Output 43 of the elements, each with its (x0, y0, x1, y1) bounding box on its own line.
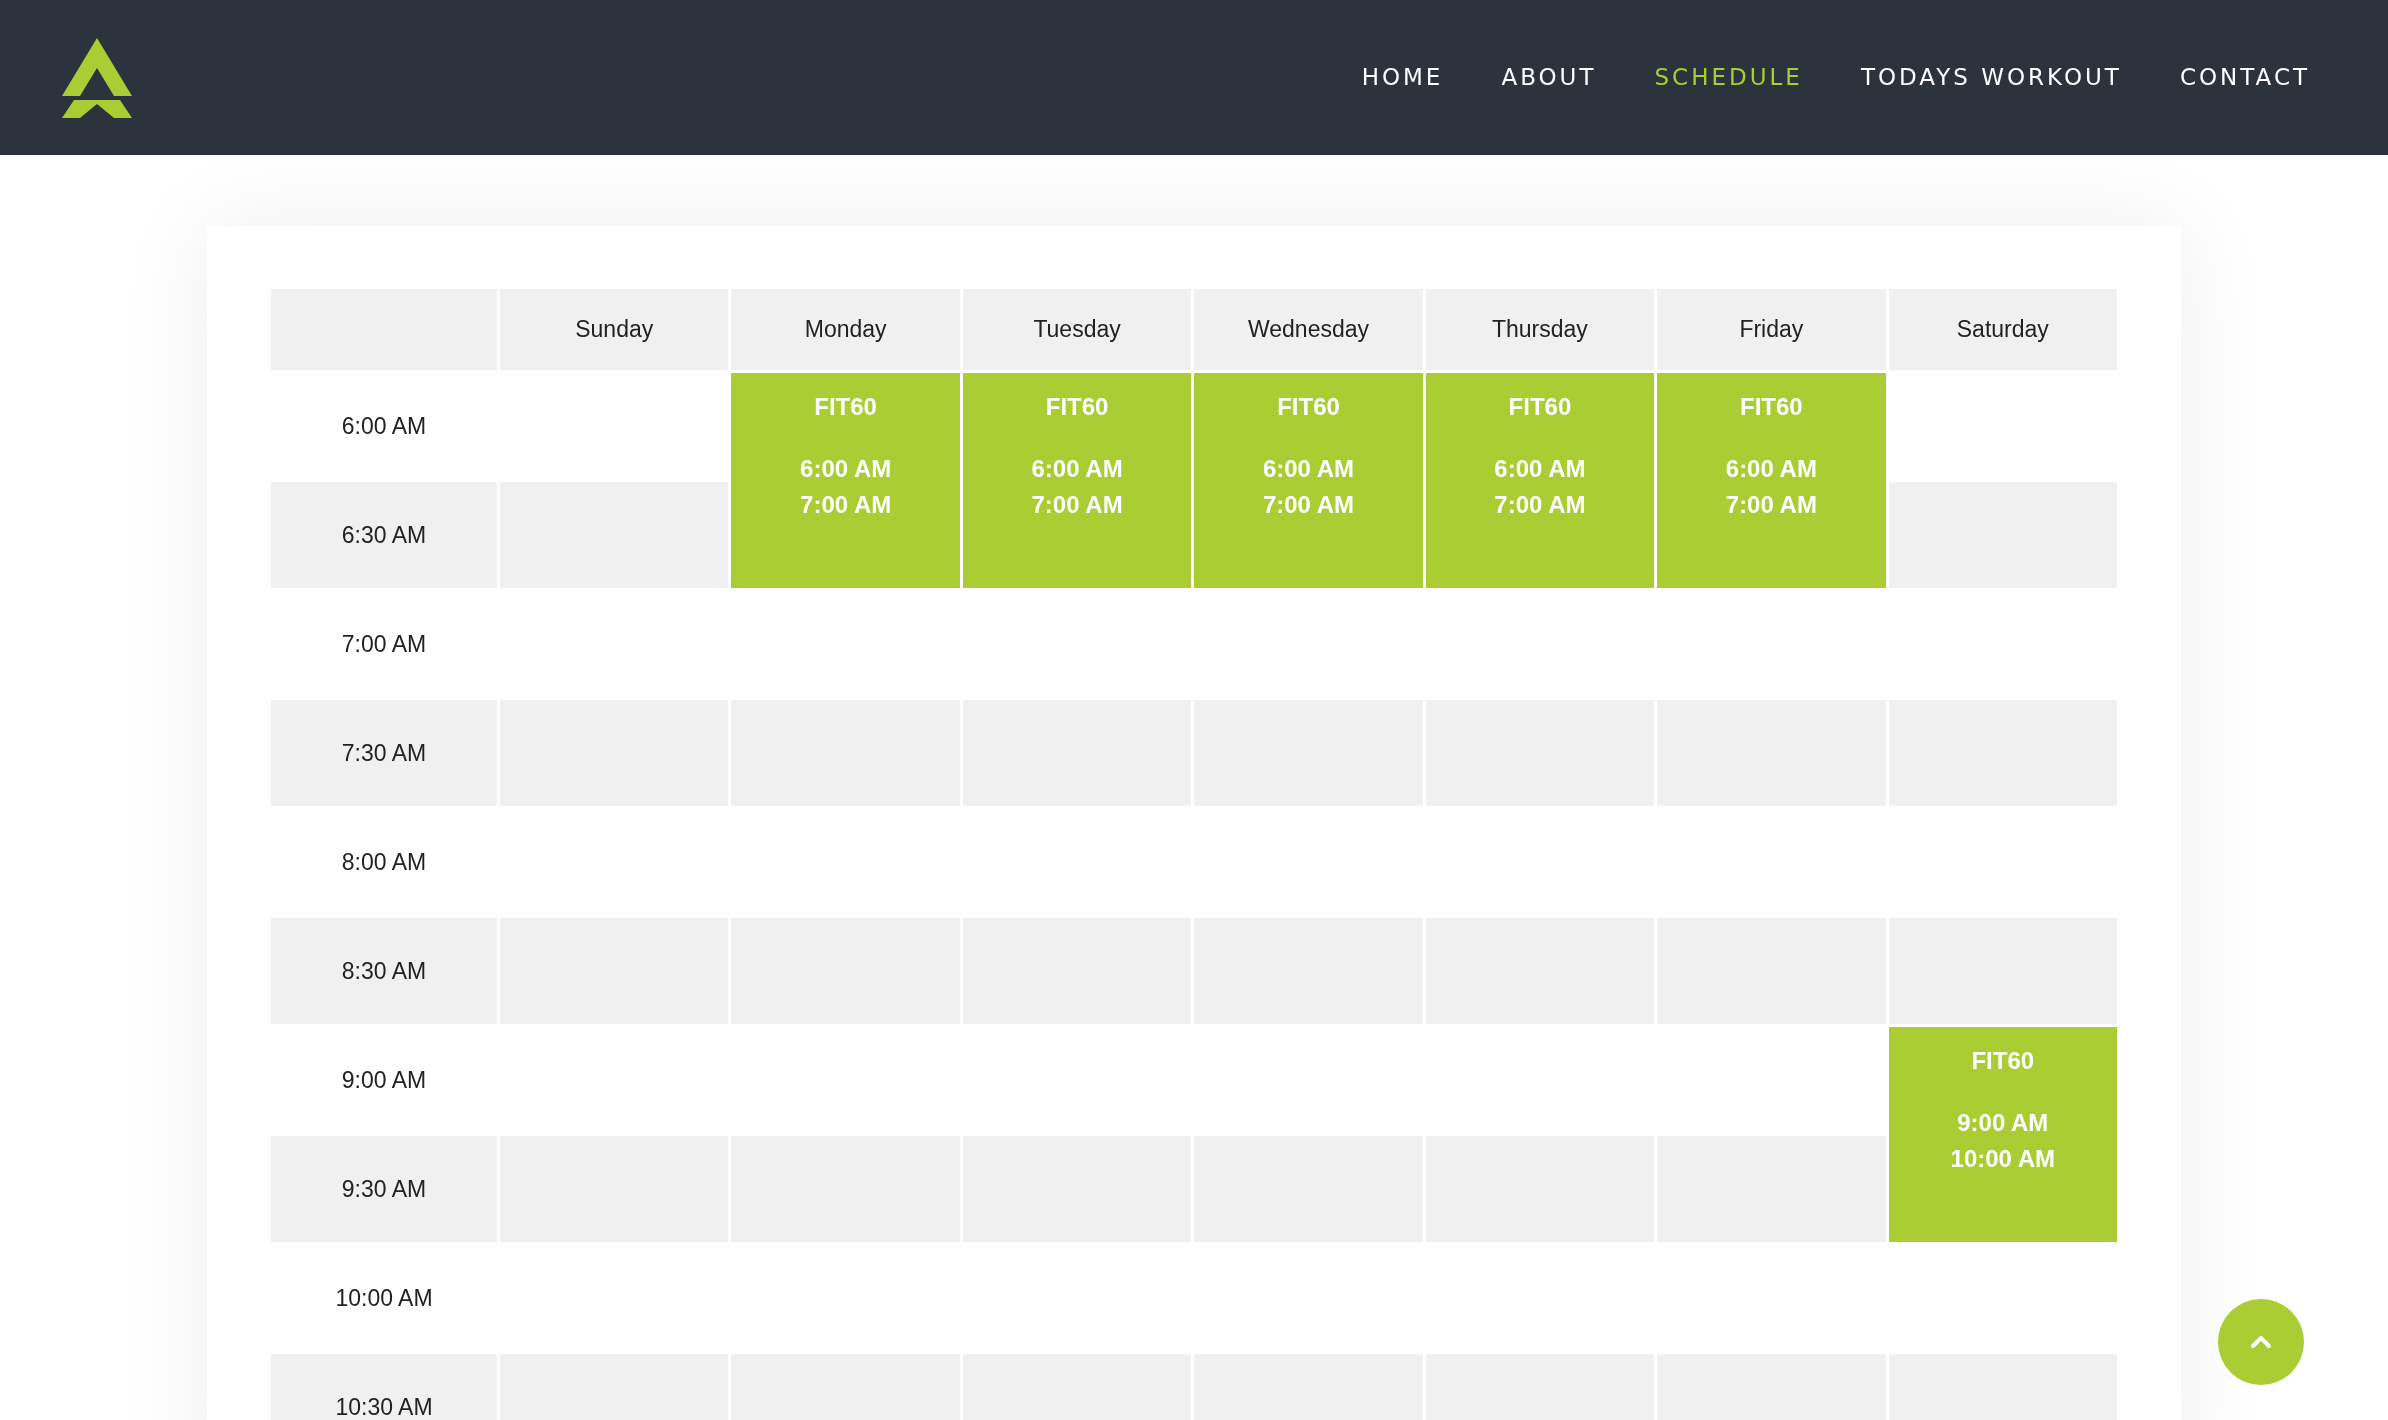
class-title: FIT60 (1508, 392, 1572, 422)
day-header: Sunday (500, 289, 729, 370)
class-start-time: 6:00 AM (1031, 454, 1123, 484)
class-title: FIT60 (1277, 392, 1340, 422)
nav-link[interactable]: HOME (1361, 60, 1444, 95)
time-label: 6:30 AM (271, 482, 497, 588)
class-end-time: 10:00 AM (1950, 1144, 2055, 1174)
class-title: FIT60 (1971, 1046, 2035, 1076)
class-title: FIT60 (1045, 392, 1109, 422)
class-title: FIT60 (1740, 392, 1803, 422)
day-header: Saturday (1888, 289, 2117, 370)
time-label: 8:30 AM (271, 918, 497, 1024)
day-header: Tuesday (962, 289, 1192, 370)
time-label: 10:30 AM (271, 1354, 497, 1420)
logo-icon (62, 37, 132, 118)
class-event[interactable]: FIT60 6:00 AM 7:00 AM (1425, 373, 1655, 588)
day-header: Monday (731, 289, 960, 370)
class-event[interactable]: FIT60 6:00 AM 7:00 AM (1657, 373, 1886, 588)
day-header: Friday (1657, 289, 1886, 370)
chevron-up-icon (2250, 1335, 2272, 1349)
class-end-time: 7:00 AM (1262, 490, 1355, 520)
class-start-time: 6:00 AM (1725, 454, 1817, 484)
time-label: 9:30 AM (271, 1136, 497, 1242)
day-header: Thursday (1425, 289, 1655, 370)
nav-link[interactable]: SCHEDULE (1654, 60, 1803, 95)
class-start-time: 9:00 AM (1957, 1108, 2049, 1138)
class-start-time: 6:00 AM (800, 454, 892, 484)
nav-link[interactable]: CONTACT (2179, 60, 2310, 95)
class-event[interactable]: FIT60 6:00 AM 7:00 AM (1194, 373, 1423, 588)
class-end-time: 7:00 AM (1031, 490, 1123, 520)
class-event[interactable]: FIT60 6:00 AM 7:00 AM (962, 373, 1192, 588)
class-event[interactable]: FIT60 6:00 AM 7:00 AM (731, 373, 960, 588)
class-start-time: 6:00 AM (1262, 454, 1355, 484)
time-label: 7:30 AM (271, 700, 497, 806)
class-start-time: 6:00 AM (1494, 454, 1586, 484)
day-header: Wednesday (1194, 289, 1423, 370)
class-end-time: 7:00 AM (1494, 490, 1586, 520)
class-title: FIT60 (814, 392, 877, 422)
class-end-time: 7:00 AM (800, 490, 892, 520)
nav-link[interactable]: ABOUT (1501, 60, 1597, 95)
class-event[interactable]: FIT60 9:00 AM 10:00 AM (1888, 1027, 2117, 1242)
nav-link[interactable]: TODAYS WORKOUT (1860, 60, 2122, 95)
class-end-time: 7:00 AM (1725, 490, 1817, 520)
